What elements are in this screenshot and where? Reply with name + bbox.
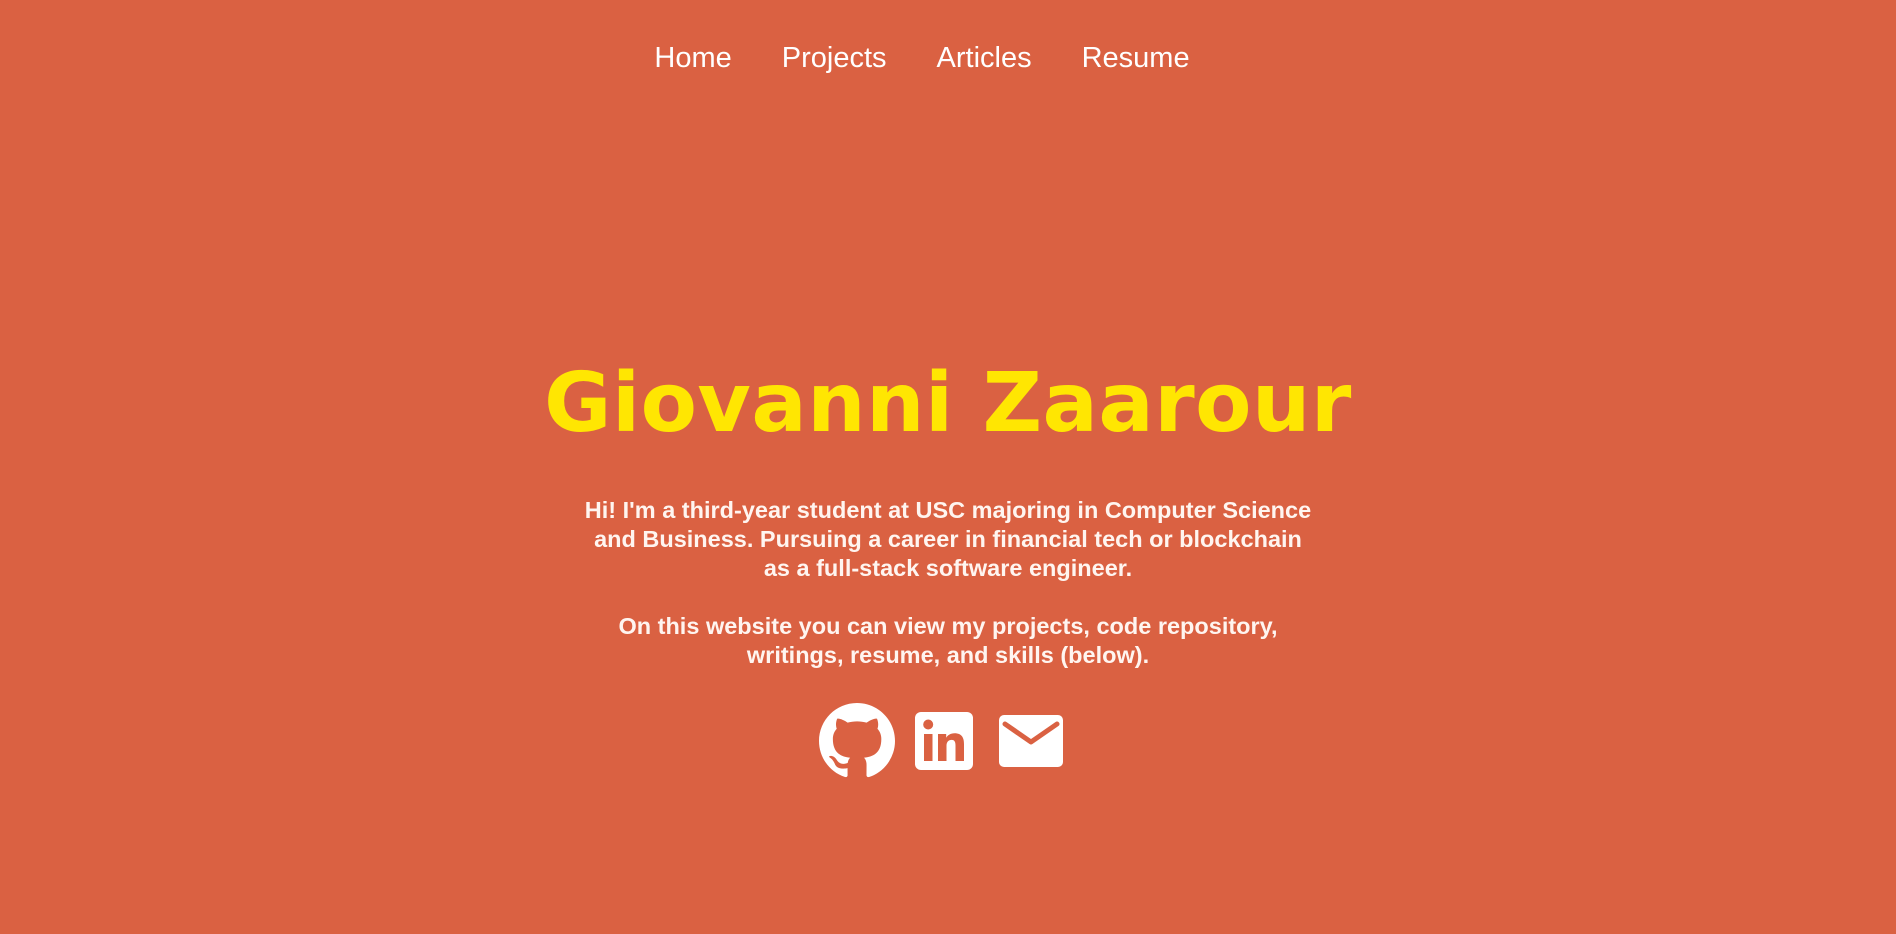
bio: Hi! I'm a third-year student at USC majo… xyxy=(578,496,1318,670)
bio-paragraph-website: On this website you can view my projects… xyxy=(618,613,1278,668)
linkedin-link[interactable] xyxy=(915,712,973,770)
nav-projects-link[interactable]: Projects xyxy=(782,40,887,76)
social-links xyxy=(0,703,1896,779)
nav-home-link[interactable]: Home xyxy=(654,40,731,76)
main-nav: Home Projects Articles Resume xyxy=(0,40,1896,76)
github-icon xyxy=(819,703,895,778)
nav-articles-link[interactable]: Articles xyxy=(937,40,1032,76)
page-title: Giovanni Zaarour xyxy=(544,356,1352,451)
email-link[interactable] xyxy=(999,715,1063,767)
nav-resume-link[interactable]: Resume xyxy=(1082,40,1190,76)
linkedin-icon xyxy=(915,712,973,770)
bio-paragraph-intro: Hi! I'm a third-year student at USC majo… xyxy=(584,497,1312,581)
email-icon xyxy=(999,715,1063,767)
hero-section: Giovanni Zaarour Hi! I'm a third-year st… xyxy=(0,354,1896,670)
github-link[interactable] xyxy=(819,703,895,779)
